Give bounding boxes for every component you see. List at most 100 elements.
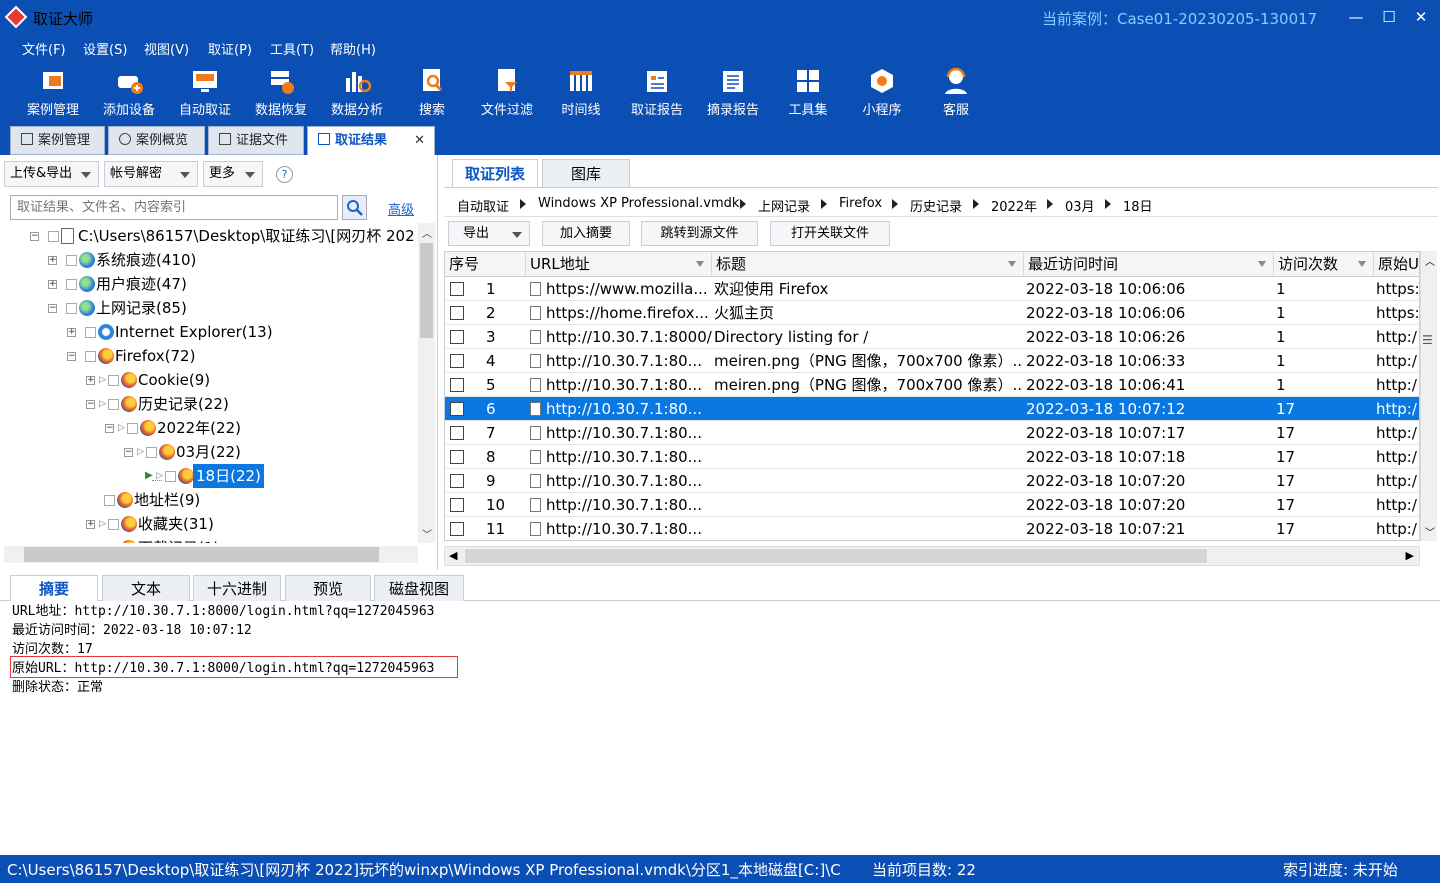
search-button[interactable] (342, 195, 367, 220)
advanced-search-link[interactable]: 高级 (388, 199, 414, 218)
tree-checkbox[interactable] (108, 399, 119, 410)
tree-checkbox[interactable] (66, 303, 77, 314)
toolbar-mini-program[interactable]: 小程序 (844, 64, 920, 120)
tree-node-cookie-node[interactable]: + ▷ Cookie(9) (4, 368, 418, 392)
table-row[interactable]: 4 http://10.30.7.1:80... meiren.png（PNG 图像… (445, 349, 1419, 373)
menu-file[interactable]: 文件(F) (22, 39, 66, 58)
tree-checkbox[interactable] (48, 231, 59, 242)
toolbar-case-management[interactable]: 案例管理 (15, 64, 91, 120)
column-filter-icon[interactable] (1008, 261, 1016, 267)
table-row[interactable]: 3 http://10.30.7.1:8000/Directory listing… (445, 325, 1419, 349)
tree-node-system-traces-node[interactable]: + 系统痕迹(410) (4, 248, 418, 272)
account-decrypt-dropdown[interactable]: 帐号解密 (104, 161, 198, 187)
tree-checkbox[interactable] (85, 327, 96, 338)
tab-preview[interactable]: 预览 (285, 575, 371, 601)
open-related-button[interactable]: 打开关联文件 (770, 221, 890, 246)
upload-export-dropdown[interactable]: 上传&导出 (4, 161, 99, 187)
collapse-icon[interactable]: − (48, 304, 57, 313)
toolbar-add-device[interactable]: 添加设备 (91, 64, 167, 120)
tree-node-downloads-node[interactable]: +▷下载记录(1) (4, 536, 418, 543)
row-checkbox[interactable] (450, 282, 464, 296)
col-url-header[interactable]: URL地址 (526, 252, 712, 277)
tree-node-firefox-node[interactable]: − Firefox(72) (4, 344, 418, 368)
column-filter-icon[interactable] (1358, 261, 1366, 267)
row-checkbox[interactable] (450, 378, 464, 392)
row-checkbox[interactable] (450, 450, 464, 464)
toolbar-search[interactable]: 搜索 (394, 64, 470, 120)
expand-icon[interactable]: + (86, 520, 95, 529)
breadcrumb-item[interactable]: 历史记录 (910, 196, 962, 215)
tab-case-management[interactable]: 案例管理 (10, 126, 105, 155)
row-checkbox[interactable] (450, 402, 464, 416)
collapse-icon[interactable]: − (67, 352, 76, 361)
expand-icon[interactable]: + (86, 376, 95, 385)
col-visit-count-header[interactable]: 访问次数 (1274, 252, 1374, 277)
tab-summary[interactable]: 摘要 (10, 575, 98, 601)
collapse-icon[interactable]: − (105, 424, 114, 433)
menu-tools[interactable]: 工具(T) (270, 39, 314, 58)
col-index-header[interactable]: 序号 (445, 252, 526, 277)
breadcrumb-item[interactable]: Windows XP Professional.vmdk (538, 196, 739, 211)
column-filter-icon[interactable] (696, 261, 704, 267)
help-icon[interactable]: ? (276, 166, 293, 183)
tree-node-year-2022-node[interactable]: − ▷ 2022年(22) (4, 416, 418, 440)
tree-horizontal-scrollbar[interactable] (4, 546, 418, 563)
collapse-icon[interactable]: − (86, 400, 95, 409)
table-row[interactable]: 8 http://10.30.7.1:80... 2022-03-18 10:07:… (445, 445, 1419, 469)
row-checkbox[interactable] (450, 354, 464, 368)
table-row[interactable]: 9 http://10.30.7.1:80... 2022-03-18 10:07:… (445, 469, 1419, 493)
more-dropdown[interactable]: 更多 (203, 161, 263, 187)
row-checkbox[interactable] (450, 426, 464, 440)
toolbar-file-filter[interactable]: 文件过滤 (469, 64, 545, 120)
tab-disk-view[interactable]: 磁盘视图 (374, 575, 464, 601)
tree-node-web-records-node[interactable]: − 上网记录(85) (4, 296, 418, 320)
col-title-header[interactable]: 标题 (712, 252, 1024, 277)
tree-node-history-node[interactable]: − ▷ 历史记录(22) (4, 392, 418, 416)
grid-vertical-scrollbar[interactable]: ︿ ☰ ﹀ (1420, 251, 1437, 541)
col-original-url-header[interactable]: 原始U (1374, 252, 1419, 277)
col-last-visit-header[interactable]: 最近访问时间 (1024, 252, 1274, 277)
tree-checkbox[interactable] (66, 255, 77, 266)
tab-evidence-files[interactable]: 证据文件 (208, 126, 304, 155)
toolbar-timeline[interactable]: 时间线 (543, 64, 619, 120)
expand-icon[interactable]: + (48, 256, 57, 265)
menu-forensics[interactable]: 取证(P) (208, 39, 252, 58)
breadcrumb-item[interactable]: 18日 (1123, 196, 1153, 215)
toolbar-data-recovery[interactable]: 数据恢复 (243, 64, 319, 120)
toolbar-customer-service[interactable]: 客服 (918, 64, 994, 120)
table-row[interactable]: 1 https://www.mozilla... 欢迎使用 Firefox 2022-… (445, 277, 1419, 301)
toolbar-toolset[interactable]: 工具集 (770, 64, 846, 120)
menu-settings[interactable]: 设置(S) (83, 39, 127, 58)
grid-horizontal-scrollbar[interactable]: ◀ ▶ (444, 546, 1420, 566)
tree-checkbox[interactable] (146, 447, 157, 458)
row-checkbox[interactable] (450, 474, 464, 488)
tree-checkbox[interactable] (104, 495, 115, 506)
tree-node-user-traces-node[interactable]: + 用户痕迹(47) (4, 272, 418, 296)
tree-node-ie-node[interactable]: + Internet Explorer(13) (4, 320, 418, 344)
table-row[interactable]: 10 http://10.30.7.1:80... 2022-03-18 10:07… (445, 493, 1419, 517)
expand-icon[interactable]: + (48, 280, 57, 289)
tree-scroll-thumb[interactable] (420, 243, 433, 338)
tree-checkbox[interactable] (108, 375, 119, 386)
tab-forensic-results[interactable]: 取证结果 ✕ (307, 126, 435, 155)
expand-icon[interactable]: + (67, 328, 76, 337)
tree-node-day-18-node[interactable]: ▶ ▷ 18日(22) (4, 464, 418, 488)
tab-evidence-list[interactable]: 取证列表 (452, 159, 538, 187)
breadcrumb-item[interactable]: 2022年 (991, 196, 1037, 215)
tree-node-address-bar-node[interactable]: 地址栏(9) (4, 488, 418, 512)
menu-help[interactable]: 帮助(H) (330, 39, 376, 58)
tab-text[interactable]: 文本 (102, 575, 190, 601)
tree-node-month-03-node[interactable]: − ▷ 03月(22) (4, 440, 418, 464)
table-row[interactable]: 6 http://10.30.7.1:80... 2022-03-18 10:07:… (445, 397, 1419, 421)
row-checkbox[interactable] (450, 522, 464, 536)
tree-vertical-scrollbar[interactable]: ︿ ﹀ (418, 223, 435, 543)
tree-checkbox[interactable] (66, 279, 77, 290)
breadcrumb-item[interactable]: Firefox (839, 196, 882, 211)
close-tab-icon[interactable]: ✕ (414, 127, 425, 154)
tree-node-root-evidence-node[interactable]: − C:\Users\86157\Desktop\取证练习\[网刃杯 202 (4, 224, 418, 248)
close-window-button[interactable]: ✕ (1410, 6, 1432, 28)
table-row[interactable]: 11 http://10.30.7.1:80... 2022-03-18 10:07… (445, 517, 1419, 540)
table-row[interactable]: 2 https://home.firefox... 火狐主页 2022-03-18 1… (445, 301, 1419, 325)
breadcrumb-item[interactable]: 自动取证 (457, 196, 509, 215)
tree-checkbox[interactable] (85, 351, 96, 362)
